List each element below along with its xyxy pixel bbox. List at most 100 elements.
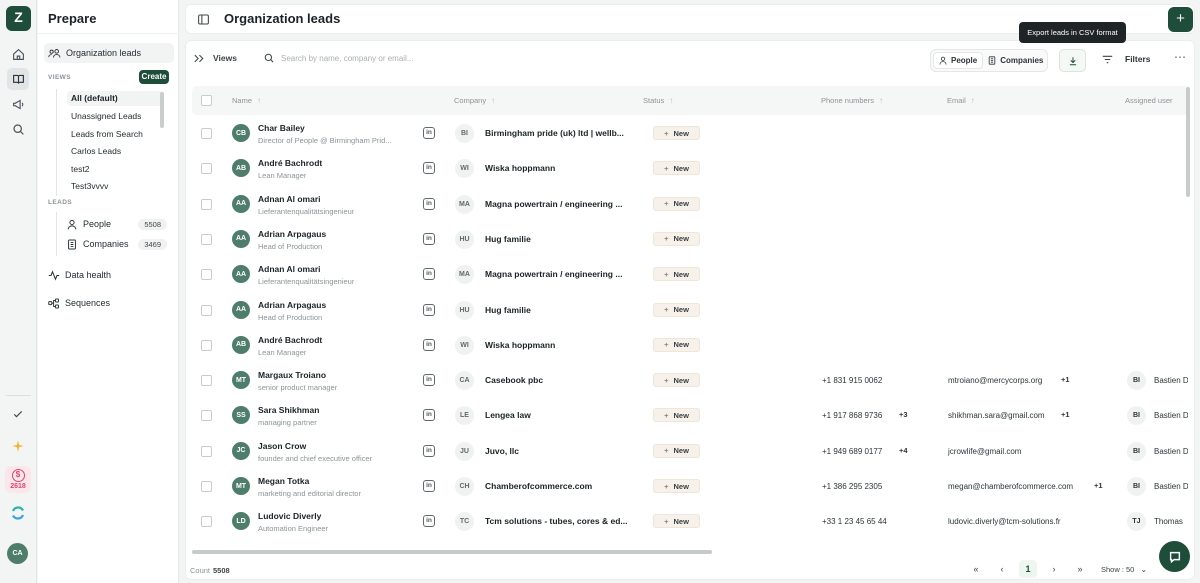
linkedin-icon[interactable]: in <box>423 374 435 387</box>
user-avatar[interactable]: CA <box>7 543 28 564</box>
lead-name[interactable]: Adrian Arpagaus <box>258 300 326 310</box>
linkedin-icon[interactable]: in <box>423 232 435 245</box>
phone-number[interactable]: +33 1 23 45 65 44 <box>822 517 887 526</box>
row-checkbox[interactable] <box>201 198 212 210</box>
linkedin-icon[interactable]: in <box>423 303 435 316</box>
sync-icon[interactable] <box>7 502 29 524</box>
column-header-email[interactable]: Email ↑ <box>947 96 975 105</box>
sidebar-toggle-icon[interactable] <box>195 11 212 28</box>
column-header-phone[interactable]: Phone numbers ↑ <box>821 96 883 105</box>
phone-more-badge[interactable]: +4 <box>899 446 908 455</box>
table-row[interactable]: AA Adrian Arpagaus Head of Production in HU H… <box>192 293 1190 328</box>
select-all-checkbox[interactable] <box>201 95 212 106</box>
check-icon[interactable] <box>7 403 29 425</box>
status-badge[interactable]: + New <box>653 479 700 493</box>
column-header-name[interactable]: Name ↑ <box>232 96 261 105</box>
view-item[interactable]: test2 <box>71 162 89 177</box>
lead-name[interactable]: Ludovic Diverly <box>258 511 321 521</box>
more-options-icon[interactable]: ⋯ <box>1174 50 1187 64</box>
email-more-badge[interactable]: +1 <box>1061 410 1070 419</box>
phone-number[interactable]: +1 831 915 0062 <box>822 376 882 385</box>
company-name[interactable]: Hug familie <box>485 305 531 315</box>
email-more-badge[interactable]: +1 <box>1094 481 1103 490</box>
email-address[interactable]: mtroiano@mercycorps.org <box>948 376 1042 385</box>
company-name[interactable]: Chamberofcommerce.com <box>485 481 592 491</box>
view-item[interactable]: Test3vvvv <box>71 179 108 194</box>
status-badge[interactable]: + New <box>653 302 700 317</box>
app-logo[interactable]: Z <box>6 6 31 31</box>
search-icon[interactable] <box>7 118 29 140</box>
table-row[interactable]: AA Adnan Al omari Lieferantenqualitätsinge… <box>192 257 1190 292</box>
lead-name[interactable]: Adrian Arpagaus <box>258 229 326 239</box>
horizontal-scrollbar[interactable] <box>192 550 712 554</box>
row-checkbox[interactable] <box>201 481 212 492</box>
table-row[interactable]: SS Sara Shikhman managing partner in LE Lenge… <box>192 398 1190 433</box>
row-checkbox[interactable] <box>201 163 212 175</box>
credits-badge[interactable]: $ 2618 <box>5 466 31 493</box>
row-checkbox[interactable] <box>201 339 212 351</box>
linkedin-icon[interactable]: in <box>423 480 435 492</box>
chat-button[interactable] <box>1159 541 1190 572</box>
table-row[interactable]: MT Megan Totka marketing and editorial dir… <box>192 469 1190 504</box>
lead-name[interactable]: Jason Crow <box>258 441 306 451</box>
linkedin-icon[interactable]: in <box>423 444 435 457</box>
last-page-icon[interactable]: » <box>1071 560 1089 578</box>
company-name[interactable]: Juvo, llc <box>485 446 519 456</box>
row-checkbox[interactable] <box>201 233 212 245</box>
previous-page-icon[interactable]: ‹ <box>993 560 1011 578</box>
vertical-scrollbar[interactable] <box>1186 87 1190 197</box>
lead-name[interactable]: Margaux Troiano <box>258 370 326 380</box>
email-address[interactable]: shikhman.sara@gmail.com <box>948 411 1045 420</box>
status-badge[interactable]: + New <box>653 373 700 388</box>
assigned-user-name[interactable]: Bastien D <box>1154 482 1188 491</box>
first-page-icon[interactable]: « <box>967 560 985 578</box>
search-input[interactable]: Search by name, company or email... <box>264 53 414 63</box>
company-name[interactable]: Lengea law <box>485 410 531 420</box>
company-name[interactable]: Wiska hoppmann <box>485 163 555 173</box>
email-address[interactable]: megan@chamberofcommerce.com <box>948 482 1073 491</box>
page-number[interactable]: 1 <box>1019 560 1037 578</box>
sidebar-item-companies[interactable]: Companies 3469 <box>67 235 167 253</box>
view-item[interactable]: Leads from Search <box>71 127 143 142</box>
table-row[interactable]: JC Jason Crow founder and chief executive … <box>192 434 1190 469</box>
linkedin-icon[interactable]: in <box>423 162 435 175</box>
linkedin-icon[interactable]: in <box>423 268 435 281</box>
status-badge[interactable]: + New <box>653 126 700 140</box>
views-scrollbar[interactable] <box>160 92 164 128</box>
tab-people[interactable]: People <box>933 52 984 69</box>
company-name[interactable]: Hug familie <box>485 234 531 244</box>
assigned-user-name[interactable]: Bastien D <box>1154 411 1188 420</box>
row-checkbox[interactable] <box>201 410 212 422</box>
company-name[interactable]: Magna powertrain / engineering ... <box>485 199 622 209</box>
status-badge[interactable]: + New <box>653 514 700 529</box>
email-address[interactable]: ludovic.diverly@tcm-solutions.fr <box>948 517 1061 526</box>
table-row[interactable]: AB André Bachrodt Lean Manager in WI Wiska ho… <box>192 328 1190 363</box>
views-toggle-button[interactable]: Views <box>194 53 237 63</box>
linkedin-icon[interactable]: in <box>423 127 435 139</box>
lead-name[interactable]: Char Bailey <box>258 123 305 133</box>
company-name[interactable]: Tcm solutions - tubes, cores & ed... <box>485 516 627 526</box>
book-icon[interactable] <box>7 68 29 90</box>
linkedin-icon[interactable]: in <box>423 197 435 210</box>
row-checkbox[interactable] <box>201 128 212 139</box>
view-item[interactable]: Unassigned Leads <box>71 109 141 124</box>
status-badge[interactable]: + New <box>653 337 700 352</box>
company-name[interactable]: Magna powertrain / engineering ... <box>485 269 622 279</box>
linkedin-icon[interactable]: in <box>423 338 435 351</box>
phone-number[interactable]: +1 386 295 2305 <box>822 482 882 491</box>
table-row[interactable]: CB Char Bailey Director of People @ Birmin… <box>192 116 1190 151</box>
row-checkbox[interactable] <box>201 516 212 528</box>
row-checkbox[interactable] <box>201 304 212 316</box>
lead-name[interactable]: Adnan Al omari <box>258 264 321 274</box>
status-badge[interactable]: + New <box>653 408 700 423</box>
row-checkbox[interactable] <box>201 445 212 457</box>
lead-name[interactable]: Sara Shikhman <box>258 405 319 415</box>
row-checkbox[interactable] <box>201 375 212 387</box>
status-badge[interactable]: + New <box>653 161 700 176</box>
export-csv-button[interactable] <box>1059 49 1086 72</box>
company-name[interactable]: Wiska hoppmann <box>485 340 555 350</box>
table-row[interactable]: MT Margaux Troiano senior product manager i… <box>192 363 1190 398</box>
assigned-user-name[interactable]: Bastien D <box>1154 376 1188 385</box>
linkedin-icon[interactable]: in <box>423 515 435 528</box>
status-badge[interactable]: + New <box>653 231 700 246</box>
